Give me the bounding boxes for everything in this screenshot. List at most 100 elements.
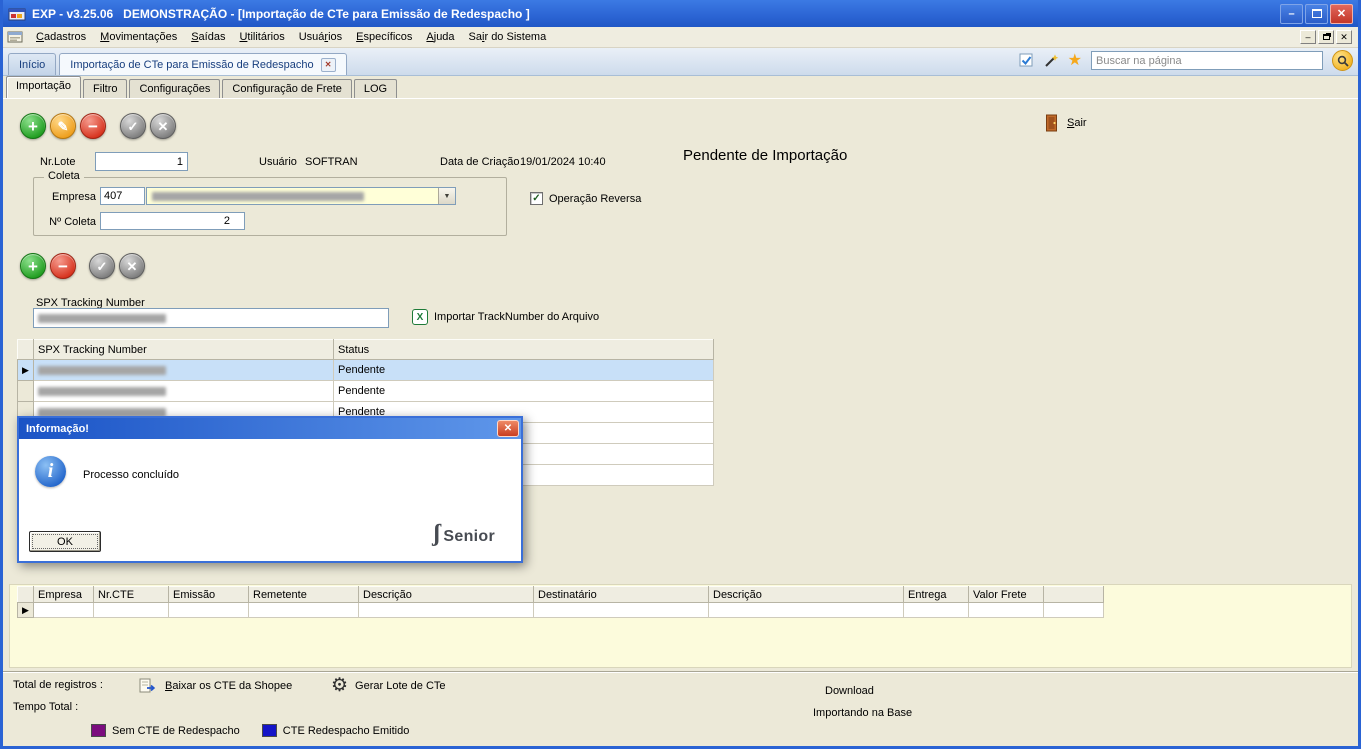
importacao-tab-panel: + ✎ − ✓ ✕ Sair Nr.Lote Usuário SOFTRAN D…: [3, 98, 1358, 746]
empresa-code-input[interactable]: [100, 187, 145, 205]
confirm-tracking-button[interactable]: ✓: [89, 253, 115, 279]
exit-button-label: Sair: [1067, 117, 1087, 129]
menu-item[interactable]: Utilitários: [232, 28, 291, 46]
ok-button[interactable]: OK: [29, 531, 101, 552]
tracking-number-cell: [34, 381, 334, 402]
operacao-reversa-checkbox[interactable]: ✓ Operação Reversa: [530, 192, 641, 205]
status-cell: Pendente: [334, 381, 714, 402]
tracking-row[interactable]: ▶Pendente: [18, 360, 714, 381]
baixar-cte-button[interactable]: Baixar os CTE da Shopee: [139, 677, 292, 694]
dialog-title-bar[interactable]: Informação! ✕: [19, 418, 521, 439]
column-header[interactable]: Entrega: [904, 587, 969, 603]
cte-cell: [359, 603, 534, 618]
menu-items: CadastrosMovimentaçõesSaídasUtilitáriosU…: [29, 28, 553, 46]
cte-cell: [1044, 603, 1104, 618]
search-icon[interactable]: [1332, 50, 1353, 71]
tab-inicio[interactable]: Início: [8, 53, 56, 75]
column-header[interactable]: Descrição: [709, 587, 904, 603]
mdi-restore-button[interactable]: [1318, 30, 1334, 44]
column-header[interactable]: Nr.CTE: [94, 587, 169, 603]
coleta-groupbox: Coleta Empresa ▼ Nº Coleta: [33, 177, 507, 236]
tab-close-button[interactable]: ✕: [321, 58, 336, 72]
menu-item[interactable]: Usuários: [292, 28, 349, 46]
operacao-reversa-label: Operação Reversa: [549, 193, 641, 205]
window-title: EXP - v3.25.06 DEMONSTRAÇÃO - [Importaçã…: [32, 7, 1274, 21]
close-icon: ✕: [1340, 33, 1348, 42]
add-tracking-button[interactable]: +: [20, 253, 46, 279]
wand-icon[interactable]: [1043, 53, 1059, 69]
page-search-input[interactable]: [1091, 51, 1323, 70]
status-cell: Pendente: [334, 360, 714, 381]
cte-cell: [94, 603, 169, 618]
menu-item[interactable]: Cadastros: [29, 28, 93, 46]
add-lote-button[interactable]: +: [20, 113, 46, 139]
column-header[interactable]: Descrição: [359, 587, 534, 603]
column-header[interactable]: Valor Frete: [969, 587, 1044, 603]
mdi-minimize-button[interactable]: –: [1300, 30, 1316, 44]
column-header[interactable]: Emissão: [169, 587, 249, 603]
maximize-button[interactable]: [1305, 4, 1328, 24]
dialog-close-button[interactable]: ✕: [497, 420, 519, 437]
cancel-lote-button[interactable]: ✕: [150, 113, 176, 139]
restore-icon: [1323, 34, 1330, 40]
favorites-star-icon[interactable]: ★: [1068, 53, 1082, 69]
plus-icon: +: [28, 258, 38, 275]
subtab-filtro[interactable]: Filtro: [83, 79, 127, 98]
subtab-importa-o[interactable]: Importação: [6, 76, 81, 98]
edit-lote-button[interactable]: ✎: [50, 113, 76, 139]
pencil-icon: ✎: [58, 120, 69, 133]
tab-label: Importação de CTe para Emissão de Redesp…: [70, 59, 313, 71]
gerar-button-label: Gerar Lote de CTe: [355, 680, 446, 692]
column-header[interactable]: Destinatário: [534, 587, 709, 603]
menu-item[interactable]: Saídas: [184, 28, 232, 46]
document-tab-bar: Início Importação de CTe para Emissão de…: [3, 48, 1358, 76]
legend-swatch: [91, 724, 106, 737]
cte-row-empty[interactable]: ▶: [18, 603, 1104, 618]
importando-status-label: Importando na Base: [813, 707, 912, 719]
mdi-window-controls: – ✕: [1300, 30, 1354, 44]
import-tracknumber-link[interactable]: X Importar TrackNumber do Arquivo: [412, 309, 599, 325]
column-header[interactable]: SPX Tracking Number: [34, 340, 334, 360]
senior-logo-icon: ʃ: [433, 522, 440, 546]
info-glyph: i: [48, 460, 54, 483]
cte-table: EmpresaNr.CTEEmissãoRemetenteDescriçãoDe…: [17, 586, 1104, 618]
column-header[interactable]: Status: [334, 340, 714, 360]
cte-cell: [534, 603, 709, 618]
excel-x-glyph: X: [417, 312, 424, 323]
column-header[interactable]: Empresa: [34, 587, 94, 603]
checkbox-icon[interactable]: [1019, 53, 1034, 68]
redacted-tracking-number: [38, 314, 166, 323]
nr-lote-input[interactable]: [95, 152, 188, 171]
cancel-tracking-button[interactable]: ✕: [119, 253, 145, 279]
subtab-configura-es[interactable]: Configurações: [129, 79, 220, 98]
nr-coleta-input[interactable]: [100, 212, 245, 230]
combo-dropdown-button[interactable]: ▼: [438, 188, 455, 204]
menu-item[interactable]: Movimentações: [93, 28, 184, 46]
dialog-message: Processo concluído: [83, 469, 179, 481]
delete-lote-button[interactable]: −: [80, 113, 106, 139]
download-status-label: Download: [825, 685, 874, 697]
menu-item[interactable]: Específicos: [349, 28, 419, 46]
gerar-lote-button[interactable]: ⚙ Gerar Lote de CTe: [331, 676, 446, 695]
confirm-lote-button[interactable]: ✓: [120, 113, 146, 139]
tab-importacao-cte[interactable]: Importação de CTe para Emissão de Redesp…: [59, 53, 346, 75]
subtab-configura-o-de-frete[interactable]: Configuração de Frete: [222, 79, 351, 98]
gutter-header: [18, 340, 34, 360]
delete-tracking-button[interactable]: −: [50, 253, 76, 279]
mdi-close-button[interactable]: ✕: [1336, 30, 1352, 44]
exit-button[interactable]: Sair: [1045, 114, 1087, 132]
close-button[interactable]: ✕: [1330, 4, 1353, 24]
maximize-icon: [1312, 9, 1322, 18]
legend-label: Sem CTE de Redespacho: [112, 725, 240, 737]
column-header[interactable]: Remetente: [249, 587, 359, 603]
close-icon: ✕: [325, 60, 332, 69]
menu-item[interactable]: Ajuda: [419, 28, 461, 46]
legend-swatch: [262, 724, 277, 737]
spx-tracking-input[interactable]: [33, 308, 389, 328]
empresa-combobox[interactable]: ▼: [146, 187, 456, 205]
subtab-log[interactable]: LOG: [354, 79, 397, 98]
minimize-button[interactable]: –: [1280, 4, 1303, 24]
menu-item[interactable]: Sair do Sistema: [462, 28, 554, 46]
cte-cell: [34, 603, 94, 618]
tracking-row[interactable]: Pendente: [18, 381, 714, 402]
